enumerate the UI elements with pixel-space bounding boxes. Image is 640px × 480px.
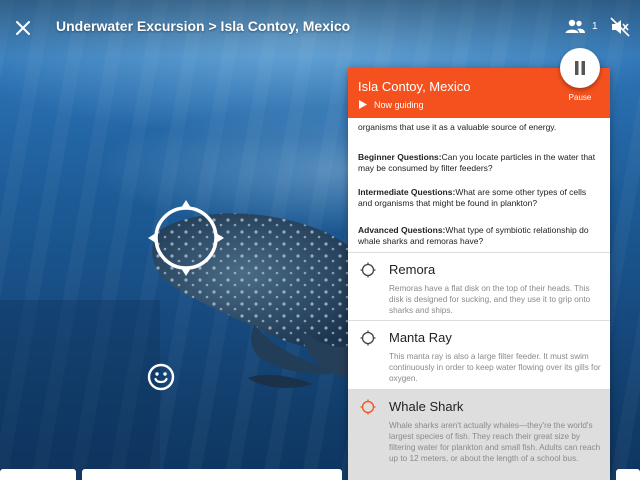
volume-off-icon[interactable] [609, 16, 631, 38]
top-bar: Underwater Excursion > Isla Contoy, Mexi… [0, 0, 640, 56]
people-icon[interactable] [564, 16, 586, 38]
item-name: Whale Shark [389, 399, 464, 414]
bottom-card-right[interactable] [616, 469, 640, 480]
crosshair-icon [360, 330, 376, 346]
play-icon [359, 100, 367, 109]
item-name: Remora [389, 262, 436, 277]
bottom-card-left[interactable] [0, 469, 76, 480]
item-description: Remoras have a flat disk on the top of t… [389, 284, 591, 315]
guiding-status: Now guiding [374, 100, 424, 110]
question-level: Beginner Questions: [358, 152, 442, 162]
pause-label: Pause [568, 93, 592, 102]
bottom-card-middle[interactable] [82, 469, 342, 480]
question-beginner: Beginner Questions:Can you locate partic… [358, 152, 602, 174]
participant-count: 1 [592, 21, 598, 32]
item-description: This manta ray is also a large filter fe… [389, 352, 601, 383]
list-item-whale-shark[interactable]: Whale Shark Whale sharks aren't actually… [348, 389, 610, 480]
page-title: Underwater Excursion > Isla Contoy, Mexi… [56, 18, 351, 34]
emoji-icon[interactable] [146, 362, 176, 392]
crosshair-icon[interactable] [144, 196, 228, 280]
pause-button[interactable] [560, 48, 600, 88]
question-advanced: Advanced Questions:What type of symbioti… [358, 225, 602, 247]
panel-title: Isla Contoy, Mexico [358, 79, 471, 94]
crosshair-icon [360, 399, 376, 415]
close-icon[interactable] [12, 17, 34, 39]
question-intermediate: Intermediate Questions:What are some oth… [358, 187, 602, 209]
item-description: Whale sharks aren't actually whales—they… [389, 421, 601, 463]
question-level: Advanced Questions: [358, 225, 446, 235]
list-item-manta-ray[interactable]: Manta Ray This manta ray is also a large… [348, 320, 610, 389]
item-name: Manta Ray [389, 330, 452, 345]
intro-text: organisms that use it as a valuable sour… [358, 122, 557, 132]
pause-icon [575, 61, 585, 75]
info-panel: Isla Contoy, Mexico Now guiding organism… [348, 68, 610, 480]
question-level: Intermediate Questions: [358, 187, 456, 197]
list-item-remora[interactable]: Remora Remoras have a flat disk on the t… [348, 252, 610, 320]
crosshair-icon [360, 262, 376, 278]
